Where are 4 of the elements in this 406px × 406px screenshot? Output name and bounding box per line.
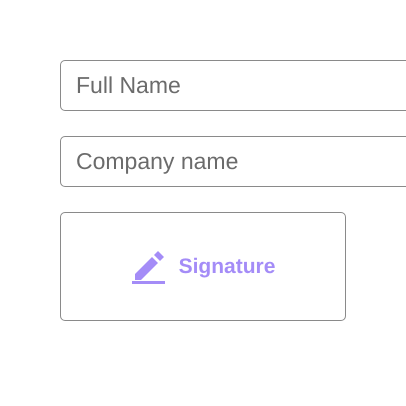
input-field[interactable]: Full Name xyxy=(60,60,406,111)
pen-icon xyxy=(130,250,165,284)
signature-button[interactable]: Signature xyxy=(60,212,346,321)
input-field[interactable]: Company name xyxy=(60,136,406,187)
